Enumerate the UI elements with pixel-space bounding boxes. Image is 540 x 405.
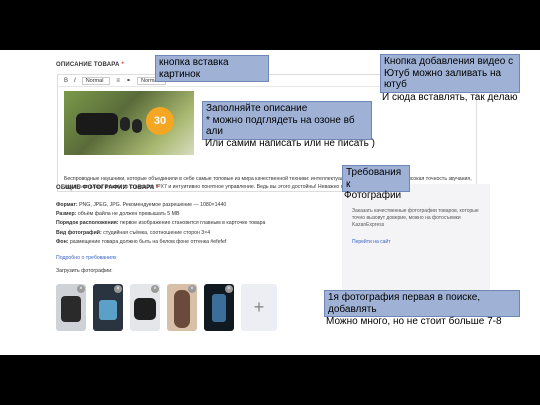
description-section-title: ОПИСАНИЕ ТОВАРА * xyxy=(56,62,124,68)
photo-thumbnail-3[interactable]: × xyxy=(130,284,160,331)
format-select-1[interactable]: Normal xyxy=(81,76,111,85)
photo-thumbnail-5[interactable]: × xyxy=(204,284,234,331)
photo-thumbnail-2[interactable]: × xyxy=(93,284,123,331)
photos-section-title: ОБЩИЕ ФОТОГРАФИИ ТОВАРА * xyxy=(56,185,159,191)
earbud-right xyxy=(132,119,142,133)
spec-background: Фон: размещение товара должно быть на бе… xyxy=(56,239,227,245)
bold-icon[interactable]: B xyxy=(64,78,68,84)
italic-icon[interactable]: I xyxy=(74,78,76,84)
bottom-black-bar xyxy=(0,355,540,405)
note-video-tail: И сюда вставлять, так делаю xyxy=(382,92,518,103)
photo-service-link[interactable]: Перейти на сайт xyxy=(352,239,391,245)
spec-size: Размер: объём файла не должен превышать … xyxy=(56,211,180,217)
inserted-product-image[interactable]: 30 xyxy=(64,91,194,155)
spec-type: Вид фотографий: студийная съёмка, соотно… xyxy=(56,230,211,236)
image-badge: 30 xyxy=(146,107,174,135)
remove-photo-icon[interactable]: × xyxy=(151,285,159,293)
photo-service-text: Заказать качественные фотографии товаров… xyxy=(352,208,479,228)
upload-label: Загрузить фотографии: xyxy=(56,268,113,274)
spec-format: Формат: PNG, JPEG, JPG. Рекомендуемое ра… xyxy=(56,202,227,208)
earbud-left xyxy=(120,117,130,131)
remove-photo-icon[interactable]: × xyxy=(188,285,196,293)
remove-photo-icon[interactable]: × xyxy=(225,285,233,293)
spec-order: Порядок расположения: первое изображение… xyxy=(56,220,266,226)
note-description-fill: Заполняйте описание * можно подглядеть н… xyxy=(202,101,372,140)
top-black-bar xyxy=(0,0,540,50)
photo-service-panel: Заказать качественные фотографии товаров… xyxy=(342,184,490,304)
requirements-link[interactable]: Подробно о требованиях xyxy=(56,255,116,261)
photo-thumbnails: × × × × × + xyxy=(56,284,277,331)
add-photo-button[interactable]: + xyxy=(241,284,277,331)
note-first-photo-tail: Можно много, но не стоит больше 7-8 xyxy=(326,316,502,327)
photo-thumbnail-4[interactable]: × xyxy=(167,284,197,331)
list-icon[interactable]: ≡ xyxy=(116,78,120,84)
remove-photo-icon[interactable]: × xyxy=(77,285,85,293)
remove-photo-icon[interactable]: × xyxy=(114,285,122,293)
note-image-button: кнопка вставка картинок xyxy=(155,55,269,82)
photo-thumbnail-1[interactable]: × xyxy=(56,284,86,331)
note-description-tail: Или самим написать или не писать ) xyxy=(205,138,375,149)
note-requirements-tail: Фотографии xyxy=(344,190,402,201)
link-icon[interactable]: ⚭ xyxy=(126,77,131,84)
earbuds-case xyxy=(76,113,118,135)
product-form-page: ОПИСАНИЕ ТОВАРА * B I Normal ≡ ⚭ Normal … xyxy=(0,50,540,355)
note-video-button: Кнопка добавления видео с Ютуб можно зал… xyxy=(380,54,520,93)
note-requirements: Требования к xyxy=(342,165,410,192)
note-first-photo: 1я фотография первая в поиске, добавлять xyxy=(324,290,520,317)
